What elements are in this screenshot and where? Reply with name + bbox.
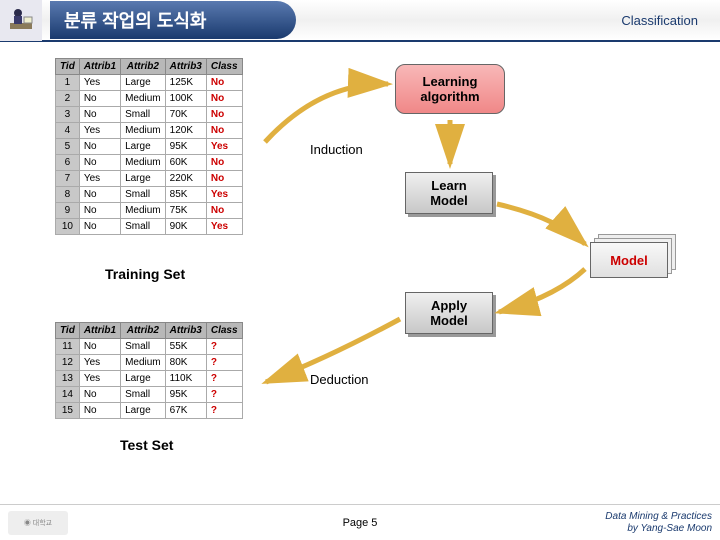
page-number: Page 5 [343,517,378,529]
arrow-model-to-apply [495,267,595,327]
training-table: TidAttrib1Attrib2Attrib3Class1YesLarge12… [55,58,243,235]
learning-algorithm-box: Learning algorithm [395,64,505,114]
slide-footer: ◉ 대학교 Page 5 Data Mining & Practicesby Y… [0,504,720,540]
footer-credit: Data Mining & Practicesby Yang-Sae Moon [605,511,720,535]
training-caption: Training Set [105,266,185,282]
university-logo: ◉ 대학교 [8,511,68,535]
learn-model-box: Learn Model [405,172,493,214]
person-desk-icon [0,0,42,41]
slide-title: 분류 작업의 도식화 [50,1,296,39]
test-table: TidAttrib1Attrib2Attrib3Class11NoSmall55… [55,322,243,419]
arrow-train-to-learning [260,72,400,167]
apply-model-box: Apply Model [405,292,493,334]
slide-header: 분류 작업의 도식화 Classification [0,0,720,42]
slide-category: Classification [621,13,720,28]
test-caption: Test Set [120,437,173,453]
arrow-apply-to-test [260,317,410,402]
arrow-learning-to-learn [438,118,462,177]
model-box-stack: Model [590,242,668,278]
model-box: Model [590,242,668,278]
diagram-content: TidAttrib1Attrib2Attrib3Class1YesLarge12… [0,42,720,502]
arrow-learn-to-model [495,202,595,257]
